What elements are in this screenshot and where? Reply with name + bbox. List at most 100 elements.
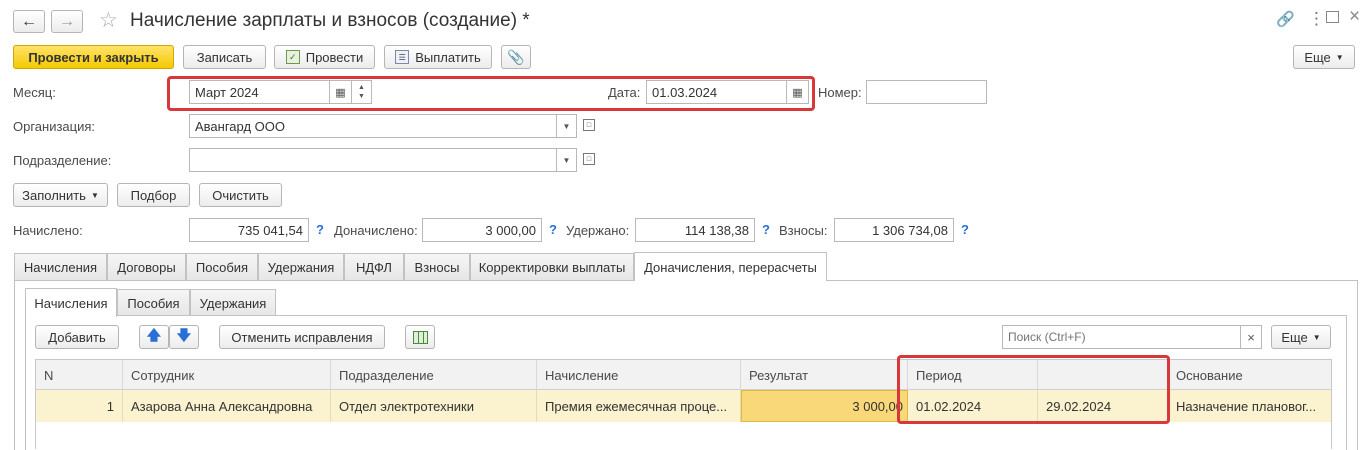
extra-value: 3 000,00: [422, 218, 542, 242]
accrued-help-icon[interactable]: ?: [316, 222, 324, 237]
tab-payout-corrections[interactable]: Корректировки выплаты: [470, 253, 634, 280]
date-calendar-button[interactable]: ▦: [787, 80, 809, 104]
clear-search-button[interactable]: ×: [1241, 325, 1262, 349]
column-header-department[interactable]: Подразделение: [331, 360, 537, 390]
stepper-up-icon[interactable]: ▲: [358, 83, 365, 92]
contrib-help-icon[interactable]: ?: [961, 222, 969, 237]
post-button[interactable]: ✓ Провести: [274, 45, 375, 69]
subtab-benefits[interactable]: Пособия: [117, 289, 190, 316]
month-stepper[interactable]: ▲ ▼: [352, 80, 372, 104]
column-header-basis[interactable]: Основание: [1168, 360, 1331, 390]
cell-accrual: Премия ежемесячная проце...: [537, 390, 741, 422]
window-title: Начисление зарплаты и взносов (создание)…: [130, 10, 530, 31]
post-button-label: Провести: [305, 49, 364, 65]
attach-button[interactable]: 📎: [501, 45, 531, 69]
table-header: N Сотрудник Подразделение Начисление Рез…: [36, 360, 1331, 390]
tab-accruals[interactable]: Начисления: [14, 253, 107, 280]
tab-deductions[interactable]: Удержания: [258, 253, 344, 280]
month-field[interactable]: Март 2024: [189, 80, 330, 104]
dept-dropdown-button[interactable]: ▼: [557, 148, 577, 172]
chevron-down-icon: ▼: [1312, 332, 1321, 342]
table-more-button[interactable]: Еще ▼: [1271, 325, 1331, 349]
cell-employee: Азарова Анна Александровна: [123, 390, 331, 422]
extra-help-icon[interactable]: ?: [549, 222, 557, 237]
menu-dots-icon[interactable]: ⋮: [1308, 9, 1325, 29]
pay-doc-icon: ☰: [395, 50, 410, 64]
post-doc-icon: ✓: [285, 50, 300, 64]
arrow-down-icon: 🡇: [176, 327, 192, 343]
column-header-period-end[interactable]: [1038, 360, 1168, 390]
dept-label: Подразделение:: [13, 153, 112, 168]
save-button[interactable]: Записать: [183, 45, 266, 69]
tab-benefits[interactable]: Пособия: [186, 253, 258, 280]
cell-period-end: 29.02.2024: [1038, 390, 1168, 422]
favorite-star-icon[interactable]: ☆: [99, 8, 118, 33]
contrib-value: 1 306 734,08: [834, 218, 954, 242]
month-label: Месяц:: [13, 85, 56, 100]
cancel-corrections-button[interactable]: Отменить исправления: [219, 325, 385, 349]
cell-n: 1: [36, 390, 123, 422]
subtab-accruals[interactable]: Начисления: [25, 288, 117, 317]
chevron-down-icon: ▼: [562, 155, 571, 165]
back-button[interactable]: ←: [13, 10, 45, 33]
more-button[interactable]: Еще ▼: [1293, 45, 1355, 69]
org-field[interactable]: Авангард ООО: [189, 114, 557, 138]
close-icon[interactable]: ×: [1349, 6, 1360, 28]
table-add-icon: [412, 330, 428, 344]
maximize-icon[interactable]: [1326, 11, 1339, 23]
arrow-up-icon: 🡅: [146, 327, 162, 343]
column-header-n[interactable]: N: [36, 360, 123, 390]
withheld-label: Удержано:: [566, 223, 630, 238]
arrow-right-icon: →: [59, 12, 75, 30]
column-header-period[interactable]: Период: [908, 360, 1038, 390]
column-header-result[interactable]: Результат: [741, 360, 908, 390]
number-label: Номер:: [818, 85, 862, 100]
withheld-value: 114 138,38: [635, 218, 755, 242]
chevron-down-icon: ▼: [90, 190, 99, 200]
subtab-deductions[interactable]: Удержания: [190, 289, 276, 316]
move-down-button[interactable]: 🡇: [169, 325, 199, 349]
date-field[interactable]: 01.03.2024: [646, 80, 787, 104]
withheld-help-icon[interactable]: ?: [762, 222, 770, 237]
cell-basis: Назначение плановог...: [1176, 398, 1317, 414]
link-icon[interactable]: 🔗: [1276, 10, 1295, 28]
add-row-button[interactable]: Добавить: [35, 325, 119, 349]
table-settings-button[interactable]: [405, 325, 435, 349]
select-button[interactable]: Подбор: [117, 183, 190, 207]
org-dropdown-button[interactable]: ▼: [557, 114, 577, 138]
paperclip-icon: 📎: [507, 48, 525, 65]
tab-contracts[interactable]: Договоры: [107, 253, 186, 280]
org-open-icon[interactable]: □: [583, 119, 595, 131]
month-calendar-button[interactable]: ▦: [330, 80, 352, 104]
recalc-table: N Сотрудник Подразделение Начисление Рез…: [35, 359, 1332, 449]
close-icon: ×: [1247, 329, 1255, 345]
table-row[interactable]: 1 Азарова Анна Александровна Отдел элект…: [36, 390, 1331, 422]
pay-button[interactable]: ☰ Выплатить: [384, 45, 492, 69]
move-up-button[interactable]: 🡅: [139, 325, 169, 349]
date-label: Дата:: [608, 85, 641, 100]
column-header-accrual[interactable]: Начисление: [537, 360, 741, 390]
forward-button[interactable]: →: [51, 10, 83, 33]
dept-field[interactable]: [189, 148, 557, 172]
cell-period-start: 01.02.2024: [908, 390, 1038, 422]
dept-open-icon[interactable]: □: [583, 153, 595, 165]
table-more-label: Еще: [1281, 329, 1308, 345]
tab-contributions[interactable]: Взносы: [404, 253, 470, 280]
cell-department: Отдел электротехники: [331, 390, 537, 422]
column-header-employee[interactable]: Сотрудник: [123, 360, 331, 390]
fill-button[interactable]: Заполнить ▼: [13, 183, 108, 207]
more-button-label: Еще: [1304, 49, 1331, 65]
clear-button[interactable]: Очистить: [199, 183, 282, 207]
tab-recalculations[interactable]: Доначисления, перерасчеты: [634, 252, 827, 281]
accrued-value: 735 041,54: [189, 218, 309, 242]
tab-ndfl[interactable]: НДФЛ: [344, 253, 404, 280]
stepper-down-icon[interactable]: ▼: [358, 92, 365, 101]
post-and-close-button[interactable]: Провести и закрыть: [13, 45, 174, 69]
calendar-icon: ▦: [335, 86, 346, 99]
accrued-label: Начислено:: [13, 223, 83, 238]
number-field[interactable]: [866, 80, 987, 104]
cell-result[interactable]: 3 000,00: [741, 390, 908, 422]
org-label: Организация:: [13, 119, 96, 134]
search-input[interactable]: [1002, 325, 1241, 349]
chevron-down-icon: ▼: [562, 121, 571, 131]
